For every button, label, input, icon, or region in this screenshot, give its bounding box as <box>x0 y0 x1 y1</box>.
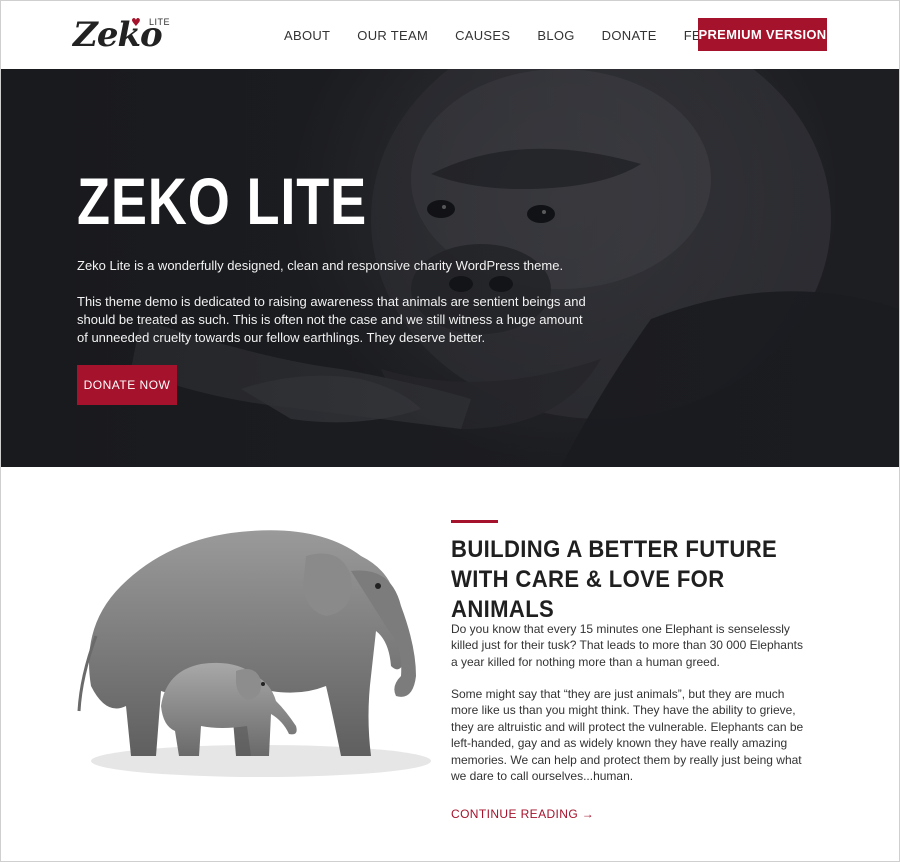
site-logo[interactable]: Zeko ♥ LITE <box>73 15 183 55</box>
continue-reading-link[interactable]: CONTINUE READING → <box>451 807 594 821</box>
page-frame: Zeko ♥ LITE ABOUT OUR TEAM CAUSES BLOG D… <box>0 0 900 862</box>
elephant-photo <box>77 530 431 777</box>
section-accent-line <box>451 520 498 523</box>
hero-title: ZEKO LITE <box>77 164 368 238</box>
section-paragraph-2: Some might say that “they are just anima… <box>451 687 804 784</box>
hero-intro: Zeko Lite is a wonderfully designed, cle… <box>77 258 564 273</box>
nav-item-blog[interactable]: BLOG <box>537 28 574 43</box>
main-nav: ABOUT OUR TEAM CAUSES BLOG DONATE FEATUR… <box>284 1 766 69</box>
nav-item-our-team[interactable]: OUR TEAM <box>357 28 428 43</box>
logo-badge: LITE <box>149 17 171 27</box>
hero-section: ZEKO LITE Zeko Lite is a wonderfully des… <box>1 69 899 467</box>
heart-icon: ♥ <box>131 16 141 29</box>
section-paragraph-1: Do you know that every 15 minutes one El… <box>451 622 803 669</box>
section-title: BUILDING A BETTER FUTURE WITH CARE & LOV… <box>451 536 778 623</box>
nav-item-donate[interactable]: DONATE <box>602 28 657 43</box>
hero-description: This theme demo is dedicated to raising … <box>77 294 586 345</box>
site-header: Zeko ♥ LITE ABOUT OUR TEAM CAUSES BLOG D… <box>1 1 899 69</box>
nav-item-about[interactable]: ABOUT <box>284 28 330 43</box>
donate-now-button[interactable]: DONATE NOW <box>77 365 177 405</box>
nav-item-causes[interactable]: CAUSES <box>455 28 510 43</box>
premium-version-button[interactable]: PREMIUM VERSION <box>698 18 827 51</box>
